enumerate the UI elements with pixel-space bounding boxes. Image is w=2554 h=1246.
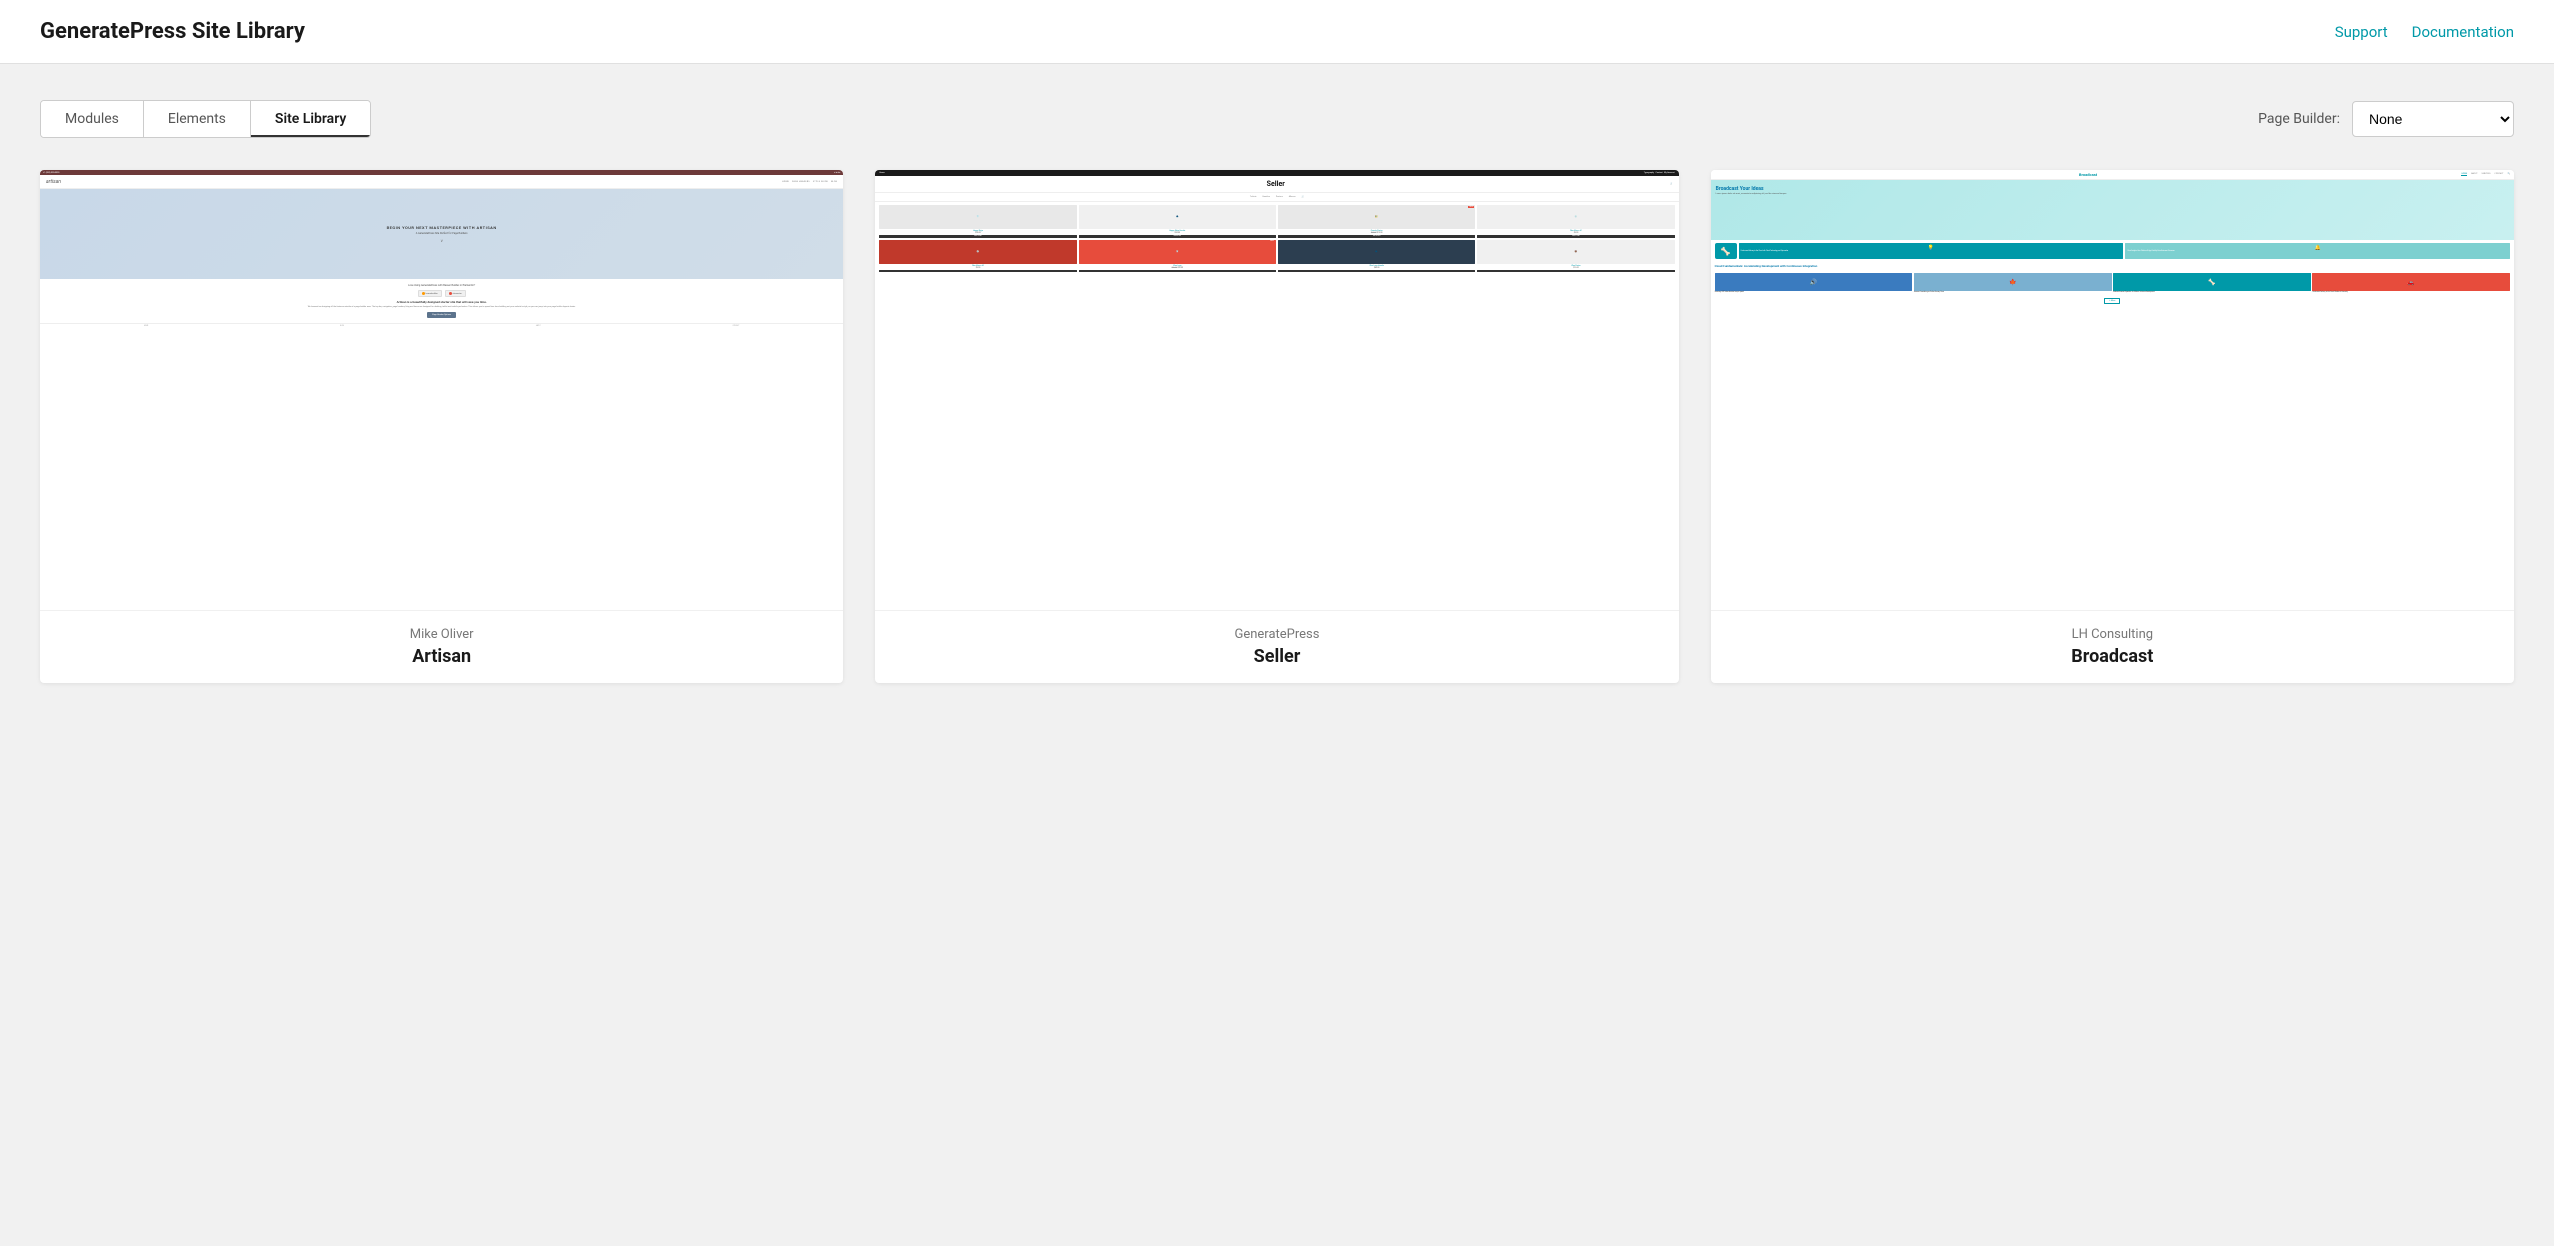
main-content: Modules Elements Site Library Page Build… bbox=[0, 64, 2554, 719]
seller-author: GeneratePress bbox=[891, 627, 1662, 642]
artisan-preview: +1 (000) 000-0000 ♥ ♦ ♣ ♠ artisan HOMEPA… bbox=[40, 170, 843, 610]
seller-preview: Home Typography Contact My Account Selle… bbox=[875, 170, 1678, 610]
cards-grid: +1 (000) 000-0000 ♥ ♦ ♣ ♠ artisan HOMEPA… bbox=[40, 170, 2514, 683]
card-artisan[interactable]: +1 (000) 000-0000 ♥ ♦ ♣ ♠ artisan HOMEPA… bbox=[40, 170, 843, 683]
broadcast-preview: Broadcast HOME ABOUT SERVICES CONTACT 🔍 … bbox=[1711, 170, 2514, 610]
seller-card-footer: GeneratePress Seller bbox=[875, 610, 1678, 683]
tab-modules[interactable]: Modules bbox=[41, 101, 144, 137]
broadcast-card-footer: LH Consulting Broadcast bbox=[1711, 610, 2514, 683]
card-broadcast[interactable]: Broadcast HOME ABOUT SERVICES CONTACT 🔍 … bbox=[1711, 170, 2514, 683]
artisan-name: Artisan bbox=[56, 646, 827, 667]
seller-name: Seller bbox=[891, 646, 1662, 667]
page-builder-label: Page Builder: bbox=[2258, 111, 2340, 127]
broadcast-bone-icon: 🦴 bbox=[1715, 243, 1737, 259]
card-seller[interactable]: Home Typography Contact My Account Selle… bbox=[875, 170, 1678, 683]
header-nav: Support Documentation bbox=[2335, 23, 2514, 41]
page-title: GeneratePress Site Library bbox=[40, 19, 305, 44]
tabs-bar: Modules Elements Site Library Page Build… bbox=[40, 100, 2514, 138]
page-builder-select[interactable]: None Beaver Builder Elementor Brizy bbox=[2352, 101, 2514, 137]
broadcast-author: LH Consulting bbox=[1727, 627, 2498, 642]
tab-elements[interactable]: Elements bbox=[144, 101, 251, 137]
broadcast-name: Broadcast bbox=[1727, 646, 2498, 667]
tab-group: Modules Elements Site Library bbox=[40, 100, 371, 138]
artisan-card-footer: Mike Oliver Artisan bbox=[40, 610, 843, 683]
tab-site-library[interactable]: Site Library bbox=[251, 101, 370, 137]
documentation-link[interactable]: Documentation bbox=[2412, 23, 2514, 41]
page-builder-bar: Page Builder: None Beaver Builder Elemen… bbox=[2258, 101, 2514, 137]
header: GeneratePress Site Library Support Docum… bbox=[0, 0, 2554, 64]
support-link[interactable]: Support bbox=[2335, 23, 2388, 41]
artisan-author: Mike Oliver bbox=[56, 627, 827, 642]
